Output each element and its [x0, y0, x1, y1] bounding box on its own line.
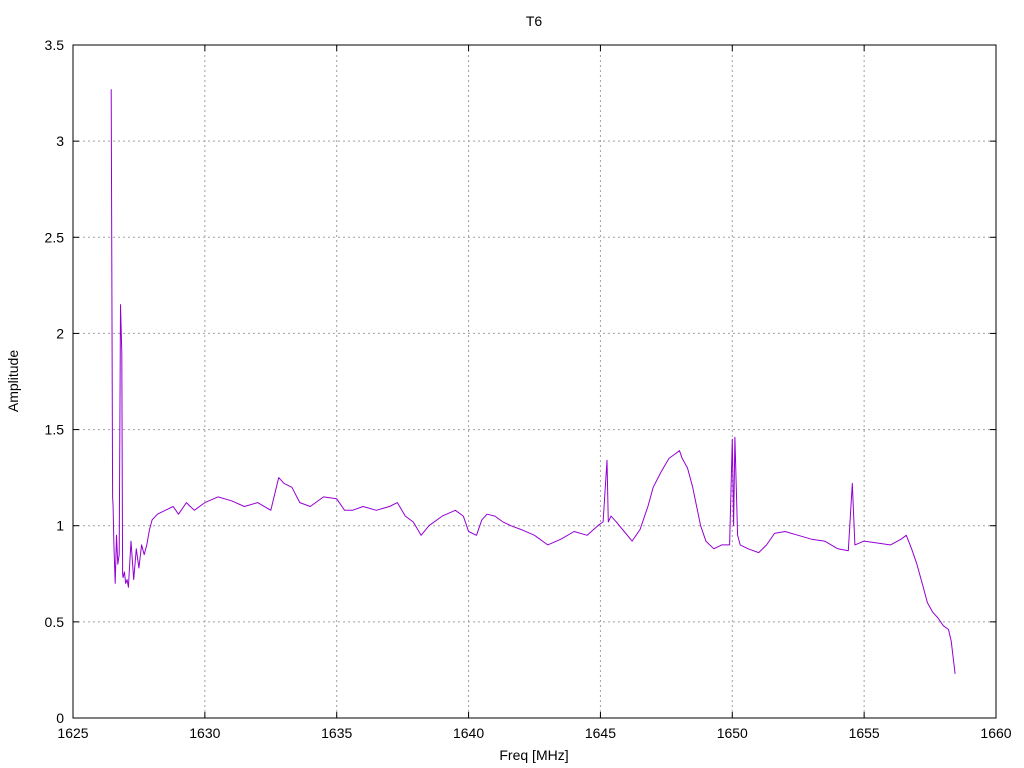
x-tick-label: 1630 — [189, 725, 220, 741]
series-layer — [110, 89, 956, 674]
y-tick-label: 0 — [56, 710, 64, 726]
plot-frame — [72, 44, 997, 719]
y-tick-label: 1 — [56, 518, 64, 534]
ticks — [72, 44, 997, 719]
x-tick-label: 1660 — [980, 725, 1011, 741]
y-tick-label: 3.5 — [45, 37, 65, 53]
x-tick-label: 1650 — [717, 725, 748, 741]
y-tick-label: 3 — [56, 133, 64, 149]
x-tick-label: 1655 — [849, 725, 880, 741]
x-axis-label: Freq [MHz] — [499, 747, 568, 763]
grid — [73, 45, 996, 718]
y-tick-label: 2 — [56, 325, 64, 341]
series-line — [110, 89, 956, 674]
x-tick-label: 1635 — [321, 725, 352, 741]
x-tick-labels: 1625 1630 1635 1640 1645 1650 1655 1660 — [57, 725, 1011, 741]
y-tick-labels: 0 0.5 1 1.5 2 2.5 3 3.5 — [45, 37, 65, 726]
y-tick-label: 2.5 — [45, 229, 65, 245]
x-tick-label: 1625 — [57, 725, 88, 741]
chart-title: T6 — [526, 13, 543, 29]
y-tick-label: 1.5 — [45, 422, 65, 438]
y-tick-label: 0.5 — [45, 614, 65, 630]
y-axis-label: Amplitude — [5, 350, 21, 412]
x-tick-label: 1640 — [453, 725, 484, 741]
chart: T6 1625 1630 1635 1640 1645 1650 1655 1660 0 0.5… — [5, 13, 1012, 763]
x-tick-label: 1645 — [585, 725, 616, 741]
